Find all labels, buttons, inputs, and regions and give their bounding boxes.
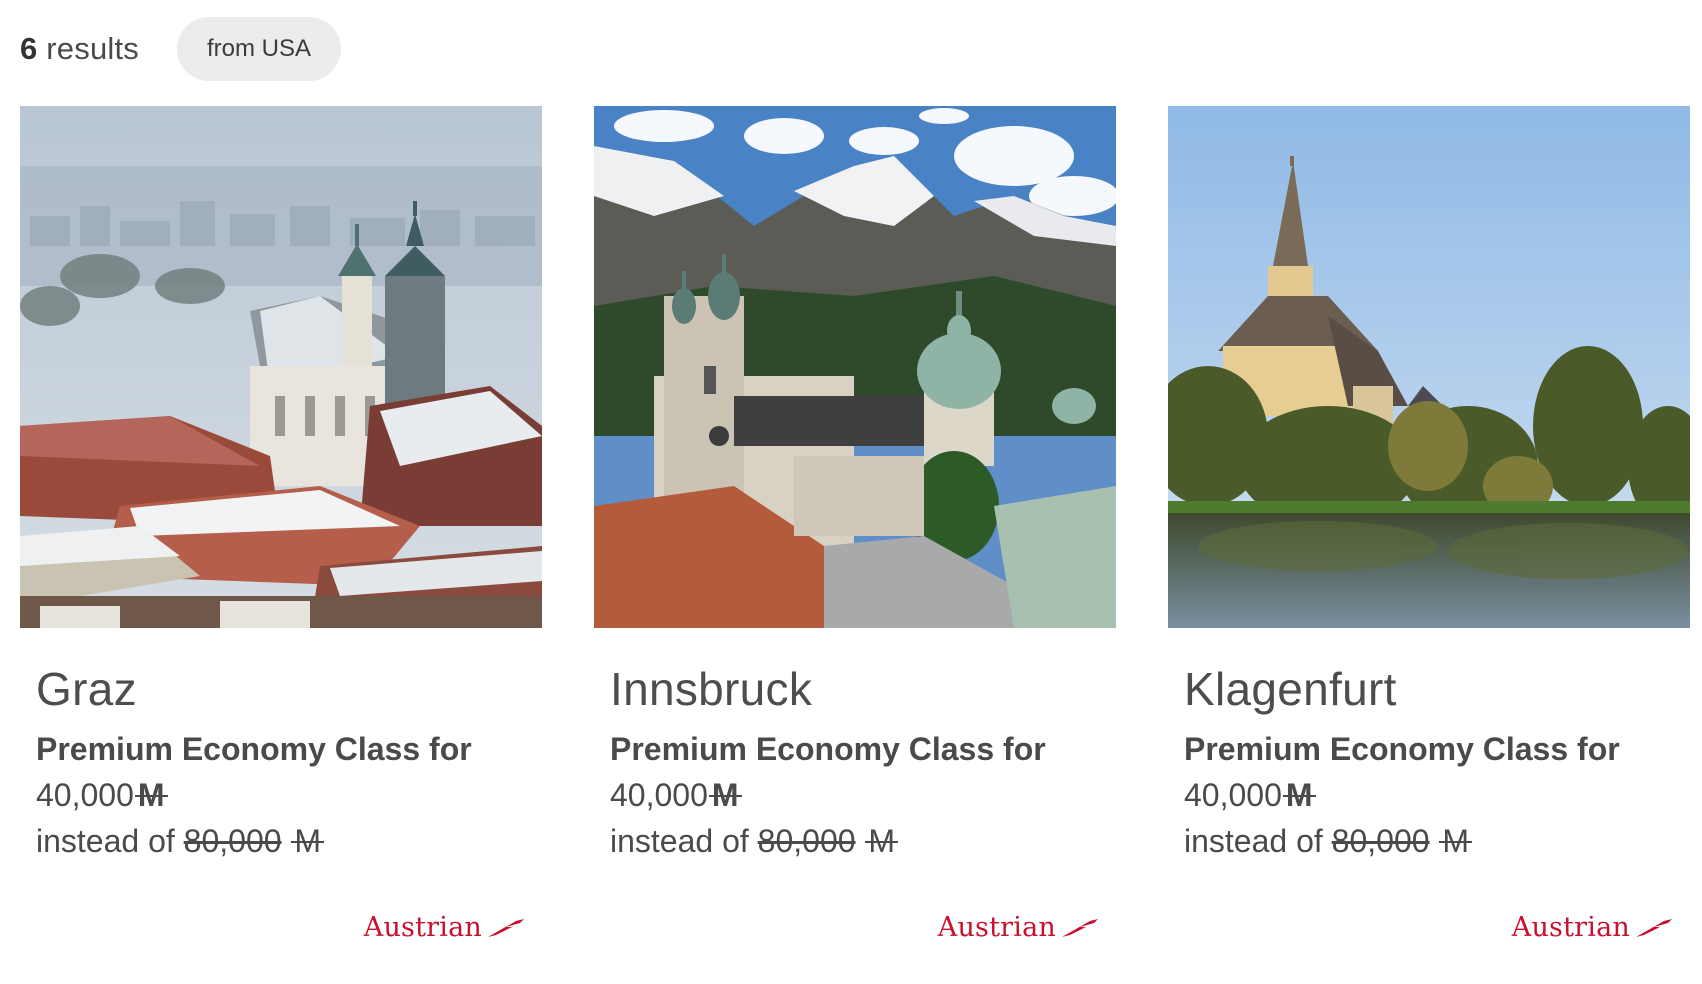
destination-card-klagenfurt[interactable]: Klagenfurt Premium Economy Class for 40,…	[1168, 106, 1690, 966]
offer-price: 40,000 M	[610, 772, 1110, 818]
results-count: 6 results	[20, 31, 139, 66]
price-value: 40,000	[36, 777, 134, 813]
destination-card-innsbruck[interactable]: Innsbruck Premium Economy Class for 40,0…	[594, 106, 1116, 966]
airline-logo: Austrian	[364, 912, 526, 943]
city-name: Innsbruck	[610, 663, 813, 715]
miles-currency-icon: M	[865, 818, 898, 864]
miles-currency-icon: M	[1439, 818, 1472, 864]
offer-class: Premium Economy Class for	[1184, 731, 1620, 767]
miles-currency-icon: M	[291, 818, 324, 864]
offer-price: 40,000 M	[1184, 772, 1684, 818]
airline-logo: Austrian	[938, 912, 1100, 943]
old-price-value: 80,000	[757, 823, 856, 859]
offer-class: Premium Economy Class for	[610, 731, 1046, 767]
miles-currency-icon: M	[1282, 772, 1316, 818]
airline-name: Austrian	[1511, 912, 1630, 943]
austrian-wing-icon	[1636, 918, 1672, 937]
offer-old-price: instead of 80,000 M	[36, 818, 536, 864]
instead-label: instead of	[36, 823, 175, 859]
price-value: 40,000	[610, 777, 708, 813]
airline-name: Austrian	[937, 912, 1056, 943]
price-value: 40,000	[1184, 777, 1282, 813]
old-price-value: 80,000	[183, 823, 282, 859]
destination-image-innsbruck[interactable]	[594, 106, 1116, 628]
miles-currency-icon: M	[134, 772, 168, 818]
offer-old-price: instead of 80,000 M	[610, 818, 1110, 864]
destination-card-graz[interactable]: Graz Premium Economy Class for 40,000 M i…	[20, 106, 542, 966]
offer-price: 40,000 M	[36, 772, 536, 818]
destination-image-graz[interactable]	[20, 106, 542, 628]
city-name: Graz	[36, 663, 137, 715]
airline-logo: Austrian	[1512, 912, 1674, 943]
old-price-value: 80,000	[1331, 823, 1430, 859]
austrian-wing-icon	[488, 918, 524, 937]
results-header: 6 results from USA	[20, 17, 342, 81]
instead-label: instead of	[610, 823, 749, 859]
offer-old-price: instead of 80,000 M	[1184, 818, 1684, 864]
offer-text: Premium Economy Class for 40,000 M instea…	[36, 726, 536, 864]
destination-card-list: Graz Premium Economy Class for 40,000 M i…	[20, 106, 1690, 966]
instead-label: instead of	[1184, 823, 1323, 859]
austrian-wing-icon	[1062, 918, 1098, 937]
city-name: Klagenfurt	[1184, 663, 1397, 715]
miles-currency-icon: M	[708, 772, 742, 818]
offer-class: Premium Economy Class for	[36, 731, 472, 767]
airline-name: Austrian	[363, 912, 482, 943]
offer-text: Premium Economy Class for 40,000 M instea…	[610, 726, 1110, 864]
destination-image-klagenfurt[interactable]	[1168, 106, 1690, 628]
origin-filter-chip[interactable]: from USA	[177, 17, 342, 81]
offer-text: Premium Economy Class for 40,000 M instea…	[1184, 726, 1684, 864]
